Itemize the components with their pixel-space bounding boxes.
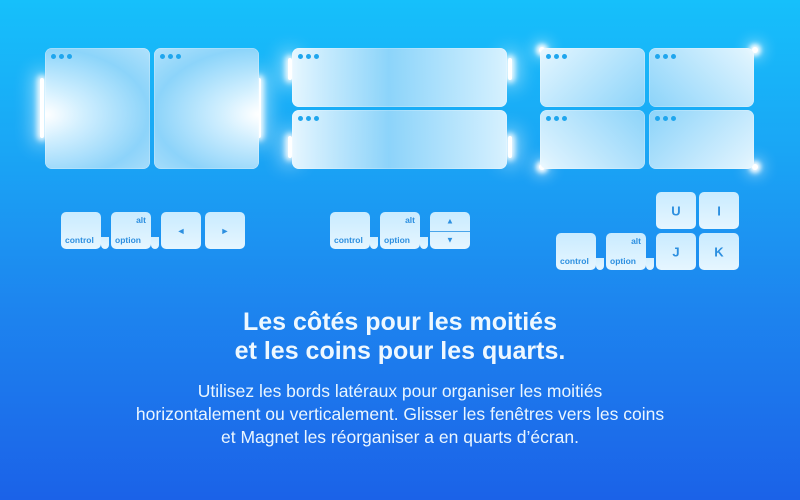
window-top-left-quarter: [540, 48, 645, 107]
key-connector: [646, 258, 654, 270]
headline-line-2: et les coins pour les quarts.: [234, 337, 566, 365]
key-left-arrow: ◄: [161, 212, 201, 249]
key-u-label: U: [671, 203, 681, 218]
key-option-label: option: [610, 256, 636, 266]
window-bottom-half: [292, 110, 507, 169]
description: Utilisez les bords latéraux pour organis…: [0, 380, 800, 449]
key-control-label: control: [560, 256, 589, 266]
key-j: J: [656, 233, 696, 270]
key-k: K: [699, 233, 739, 270]
key-option: alt option: [380, 212, 420, 249]
headline: Les côtés pour les moitiés et les coins …: [0, 308, 800, 366]
window-bottom-right-quarter: [649, 110, 754, 169]
window-controls-icon: [655, 54, 676, 59]
window-controls-icon: [51, 54, 72, 59]
headline-line-1: Les côtés pour les moitiés: [243, 308, 557, 336]
key-control-label: control: [334, 235, 363, 245]
key-option: alt option: [111, 212, 151, 249]
key-control-label: control: [65, 235, 94, 245]
key-alt-label: alt: [405, 215, 415, 225]
description-line-2: horizontalement ou verticalement. Glisse…: [135, 404, 665, 424]
key-u: U: [656, 192, 696, 229]
key-up-down-arrows: ▲ ▼: [430, 212, 470, 249]
window-top-right-quarter: [649, 48, 754, 107]
left-edge-glow: [40, 78, 44, 138]
up-arrow-icon: ▲: [446, 216, 454, 226]
key-right-arrow: ►: [205, 212, 245, 249]
key-connector: [596, 258, 604, 270]
key-alt-label: alt: [631, 236, 641, 246]
window-bottom-left-quarter: [540, 110, 645, 169]
window-top-half: [292, 48, 507, 107]
key-k-label: K: [714, 244, 724, 259]
key-i: I: [699, 192, 739, 229]
window-controls-icon: [546, 116, 567, 121]
key-connector: [420, 237, 428, 249]
description-line-3: et Magnet les réorganiser a en quarts d’…: [221, 427, 579, 447]
key-connector: [151, 237, 159, 249]
key-option-label: option: [384, 235, 410, 245]
key-control: control: [330, 212, 370, 249]
key-alt-label: alt: [136, 215, 146, 225]
arrow-divider: [430, 231, 470, 232]
window-controls-icon: [655, 116, 676, 121]
key-connector: [101, 237, 109, 249]
key-j-label: J: [672, 244, 680, 259]
window-right-half: [154, 48, 259, 169]
key-option: alt option: [606, 233, 646, 270]
window-controls-icon: [160, 54, 181, 59]
left-arrow-icon: ◄: [176, 225, 186, 236]
right-arrow-icon: ►: [220, 225, 230, 236]
window-left-half: [45, 48, 150, 169]
key-i-label: I: [717, 203, 721, 218]
right-edge-glow: [508, 58, 512, 80]
key-control: control: [556, 233, 596, 270]
key-option-label: option: [115, 235, 141, 245]
key-control: control: [61, 212, 101, 249]
window-controls-icon: [298, 54, 319, 59]
key-connector: [370, 237, 378, 249]
window-controls-icon: [298, 116, 319, 121]
down-arrow-icon: ▼: [446, 235, 454, 245]
right-edge-glow: [508, 136, 512, 158]
description-line-1: Utilisez les bords latéraux pour organis…: [197, 381, 603, 401]
window-controls-icon: [546, 54, 567, 59]
